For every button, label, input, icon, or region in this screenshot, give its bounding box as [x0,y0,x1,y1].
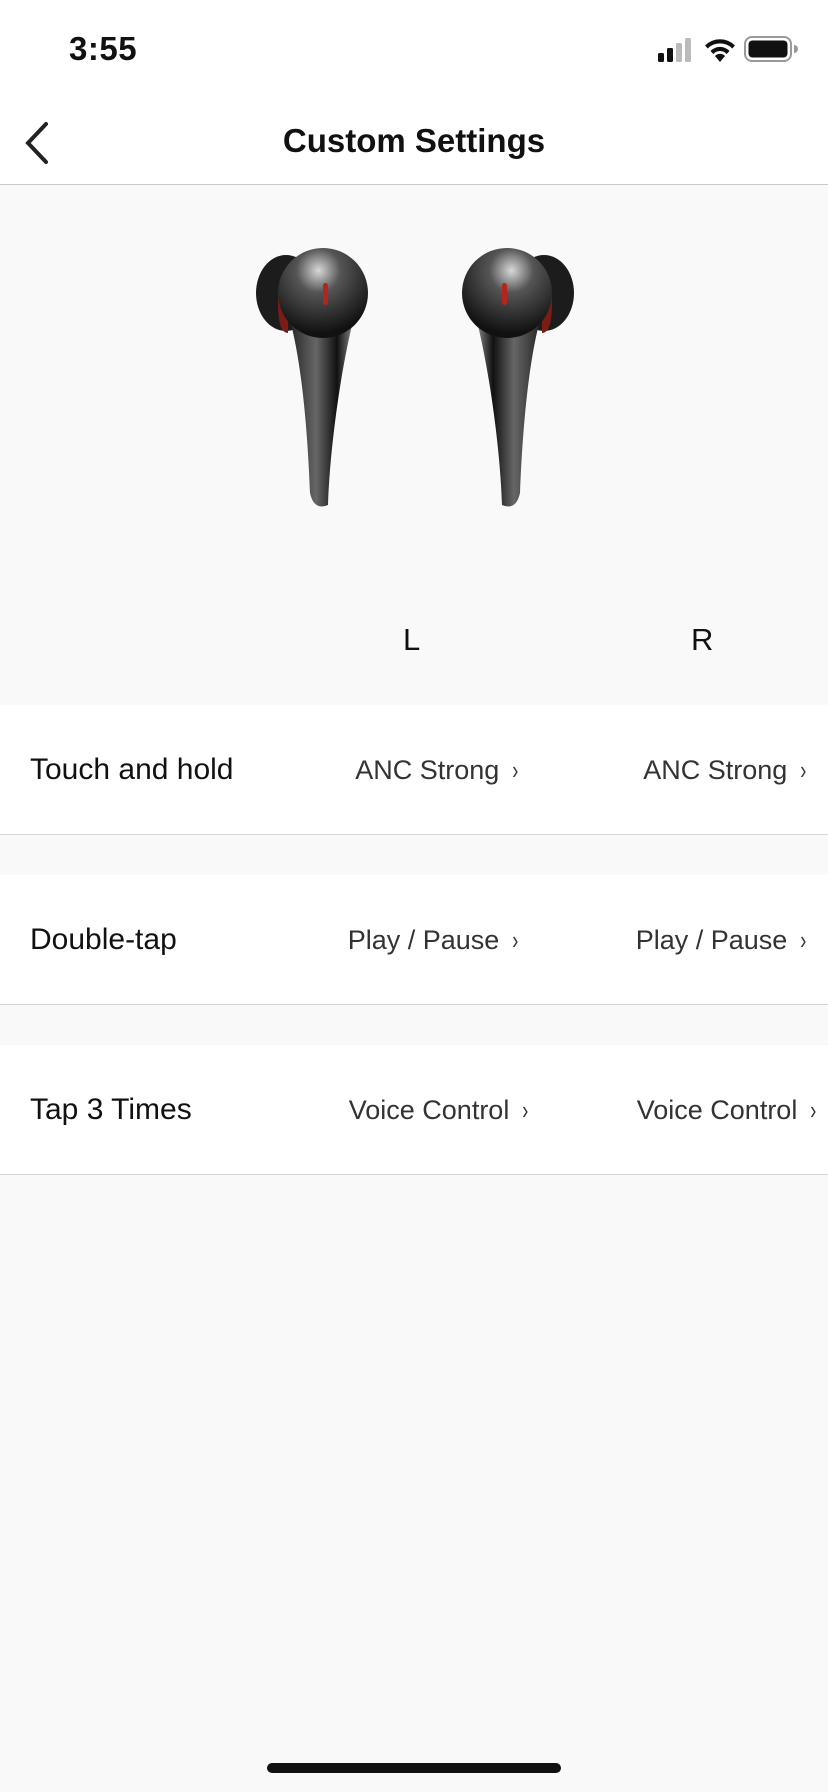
left-label: L [403,622,421,657]
right-label: R [691,622,714,657]
status-bar: 3:55 [0,0,828,100]
chevron-right-icon: › [512,925,519,955]
left-action-value: ANC Strong [355,755,500,785]
left-action-select[interactable]: Play / Pause › [348,875,520,1005]
right-action-select[interactable]: Play / Pause › [636,875,808,1005]
settings-row-touch-hold: Touch and hold ANC Strong › ANC Strong › [0,705,828,835]
settings-row-tap-3-times: Tap 3 Times Voice Control › Voice Control… [0,1045,828,1175]
right-action-select[interactable]: ANC Strong › [643,705,808,835]
settings-row-double-tap: Double-tap Play / Pause › Play / Pause › [0,875,828,1005]
chevron-right-icon: › [522,1095,529,1125]
chevron-right-icon: › [800,925,807,955]
left-action-value: Play / Pause [347,925,500,955]
right-action-value: Play / Pause [635,925,788,955]
row-label: Double-tap [30,923,177,956]
chevron-right-icon: › [810,1095,817,1125]
home-indicator[interactable] [267,1763,561,1773]
chevron-right-icon: › [512,755,519,785]
row-label: Touch and hold [30,753,234,786]
battery-icon [744,36,798,62]
wifi-icon [705,39,735,62]
earbuds-hero: L R [0,185,828,705]
right-earbud-image [462,248,574,507]
left-action-value: Voice Control [348,1095,510,1125]
right-action-select[interactable]: Voice Control › [637,1045,818,1175]
left-earbud-image [256,248,368,507]
chevron-right-icon: › [800,755,807,785]
right-action-value: ANC Strong [643,755,788,785]
right-action-value: Voice Control [636,1095,798,1125]
status-time: 3:55 [69,30,138,67]
nav-bar: Custom Settings [0,100,828,185]
row-label: Tap 3 Times [30,1093,192,1126]
cellular-signal-icon [658,38,691,62]
left-action-select[interactable]: ANC Strong › [355,705,520,835]
page-title: Custom Settings [282,122,546,159]
left-action-select[interactable]: Voice Control › [349,1045,530,1175]
